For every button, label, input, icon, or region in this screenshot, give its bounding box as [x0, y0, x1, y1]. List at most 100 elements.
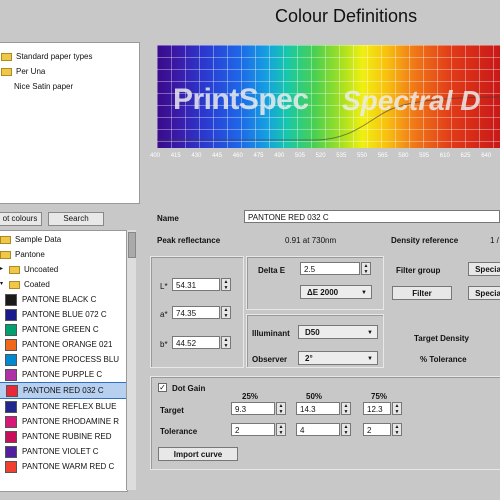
dropdown-arrow-icon: ▼ — [367, 330, 373, 336]
folder-icon — [9, 280, 20, 289]
density-reference-value: 1 / — [490, 236, 499, 245]
deltae-method-select[interactable]: ΔE 2000 ▼ — [300, 285, 372, 299]
L-input[interactable]: 54.31 — [172, 278, 220, 291]
collapse-arrow-icon[interactable]: ▾ — [0, 277, 9, 292]
a-label: a* — [160, 310, 168, 319]
folder-icon — [9, 265, 20, 274]
wavelength-tick: 640 — [481, 153, 492, 159]
colour-list-item[interactable]: PANTONE BLUE 072 C — [0, 307, 127, 322]
wavelength-axis: 400 415 430 445 460 475 490 505 520 535 550 565 580 5… — [150, 153, 500, 163]
target-50-input[interactable]: 14.3 — [296, 402, 340, 415]
library-item-per-una[interactable]: Per Una — [1, 64, 139, 79]
colour-list-item[interactable]: PANTONE ORANGE 021 — [0, 337, 127, 352]
a-stepper[interactable]: ▲ ▼ — [221, 306, 231, 319]
wavelength-tick: 400 — [150, 153, 161, 159]
target-25-stepper[interactable]: ▲ ▼ — [276, 402, 286, 415]
colour-list-item[interactable]: PANTONE VIOLET C — [0, 444, 127, 459]
deltae-stepper[interactable]: ▲ ▼ — [361, 262, 371, 275]
scrollbar-thumb[interactable] — [128, 232, 136, 258]
tree-item-uncoated[interactable]: ▸ Uncoated — [0, 262, 127, 277]
tol-75-input[interactable]: 2 — [363, 423, 391, 436]
tol-50-input[interactable]: 4 — [296, 423, 340, 436]
library-tree[interactable]: Standard paper types Per Una Nice Satin … — [0, 42, 140, 204]
tree-item-pantone[interactable]: Pantone — [0, 247, 127, 262]
special-button-2[interactable]: Specia — [468, 286, 500, 300]
dot-gain-label: Dot Gain — [172, 384, 206, 393]
import-curve-button[interactable]: Import curve — [158, 447, 238, 461]
folder-icon — [0, 250, 11, 259]
dropdown-arrow-icon: ▼ — [367, 356, 373, 362]
filter-button[interactable]: Filter — [392, 286, 452, 300]
target-50-stepper[interactable]: ▲ ▼ — [341, 402, 351, 415]
a-input[interactable]: 74.35 — [172, 306, 220, 319]
tree-item-sample-data[interactable]: Sample Data — [0, 232, 127, 247]
tab-search[interactable]: Search — [48, 212, 104, 226]
dot-gain-checkbox[interactable]: ✓ — [158, 383, 167, 392]
colour-swatch — [5, 400, 17, 413]
tol-50-stepper[interactable]: ▲ ▼ — [341, 423, 351, 436]
observer-select[interactable]: 2° ▼ — [298, 351, 378, 365]
L-stepper[interactable]: ▲ ▼ — [221, 278, 231, 291]
colour-list-label: PANTONE ORANGE 021 — [22, 340, 113, 349]
colour-list-item[interactable]: PANTONE WARM RED C — [0, 459, 127, 474]
colour-list-item[interactable]: PANTONE RUBINE RED — [0, 429, 127, 444]
brand-printspec: PrintSpec — [173, 83, 309, 116]
colour-swatch — [5, 445, 17, 458]
folder-icon — [0, 235, 11, 244]
special-button-1[interactable]: Specia — [468, 262, 500, 276]
tol-25-stepper[interactable]: ▲ ▼ — [276, 423, 286, 436]
library-item-standard-paper[interactable]: Standard paper types — [1, 49, 139, 64]
b-label: b* — [160, 340, 168, 349]
wavelength-tick: 565 — [377, 153, 388, 159]
target-density-label: Target Density — [414, 334, 469, 343]
colour-list-item[interactable]: PANTONE PURPLE C — [0, 367, 127, 382]
colour-swatch — [5, 338, 17, 351]
target-25-input[interactable]: 9.3 — [231, 402, 275, 415]
colour-list-label: PANTONE BLACK C — [22, 295, 97, 304]
b-input[interactable]: 44.52 — [172, 336, 220, 349]
tree-item-coated[interactable]: ▾ Coated — [0, 277, 127, 292]
wavelength-tick: 625 — [460, 153, 471, 159]
wavelength-tick: 460 — [232, 153, 243, 159]
colour-list-item[interactable]: PANTONE RHODAMINE R — [0, 414, 127, 429]
colour-list-label: PANTONE GREEN C — [22, 325, 99, 334]
wavelength-tick: 595 — [419, 153, 430, 159]
filter-group-label: Filter group — [396, 266, 441, 275]
colour-list-item[interactable]: PANTONE BLACK C — [0, 292, 127, 307]
tab-colours[interactable]: ot colours — [0, 212, 42, 226]
tolerance-label: Tolerance — [160, 427, 198, 436]
wavelength-tick: 415 — [170, 153, 181, 159]
wavelength-tick: 520 — [315, 153, 326, 159]
colour-list-item[interactable]: PANTONE RED 032 C — [0, 382, 127, 399]
tol-75-stepper[interactable]: ▲ ▼ — [392, 423, 402, 436]
colour-tree-scrollbar[interactable] — [126, 230, 136, 490]
target-75-stepper[interactable]: ▲ ▼ — [392, 402, 402, 415]
colour-list-item[interactable]: PANTONE GREEN C — [0, 322, 127, 337]
expand-arrow-icon[interactable]: ▸ — [0, 262, 9, 277]
colour-list-label: PANTONE REFLEX BLUE — [22, 402, 117, 411]
colour-list-label: PANTONE RED 032 C — [23, 386, 104, 395]
name-field[interactable]: PANTONE RED 032 C — [244, 210, 500, 223]
colour-list-label: PANTONE PROCESS BLU — [22, 355, 120, 364]
peak-reflectance-value: 0.91 at 730nm — [285, 236, 337, 245]
brand-spectral: Spectral D — [342, 85, 481, 116]
illuminant-select[interactable]: D50 ▼ — [298, 325, 378, 339]
colour-list-item[interactable]: PANTONE PROCESS BLU — [0, 352, 127, 367]
deltae-input[interactable]: 2.5 — [300, 262, 360, 275]
colour-list-label: PANTONE WARM RED C — [22, 462, 115, 471]
observer-label: Observer — [252, 355, 288, 364]
target-75-input[interactable]: 12.3 — [363, 402, 391, 415]
tol-25-input[interactable]: 2 — [231, 423, 275, 436]
peak-reflectance-label: Peak reflectance — [157, 236, 221, 245]
deltae-label: Delta E — [258, 266, 286, 275]
library-item-nice-satin[interactable]: Nice Satin paper — [1, 79, 139, 94]
colour-swatch — [5, 293, 17, 306]
colour-swatch — [5, 415, 17, 428]
colour-list-label: PANTONE BLUE 072 C — [22, 310, 107, 319]
colour-list-item[interactable]: PANTONE REFLEX BLUE — [0, 399, 127, 414]
illuminant-label: Illuminant — [252, 329, 290, 338]
colour-tree[interactable]: Sample Data Pantone ▸ Uncoated ▾ Coated … — [0, 230, 128, 492]
col-25-header: 25% — [242, 392, 259, 401]
b-stepper[interactable]: ▲ ▼ — [221, 336, 231, 349]
wavelength-tick: 445 — [212, 153, 223, 159]
